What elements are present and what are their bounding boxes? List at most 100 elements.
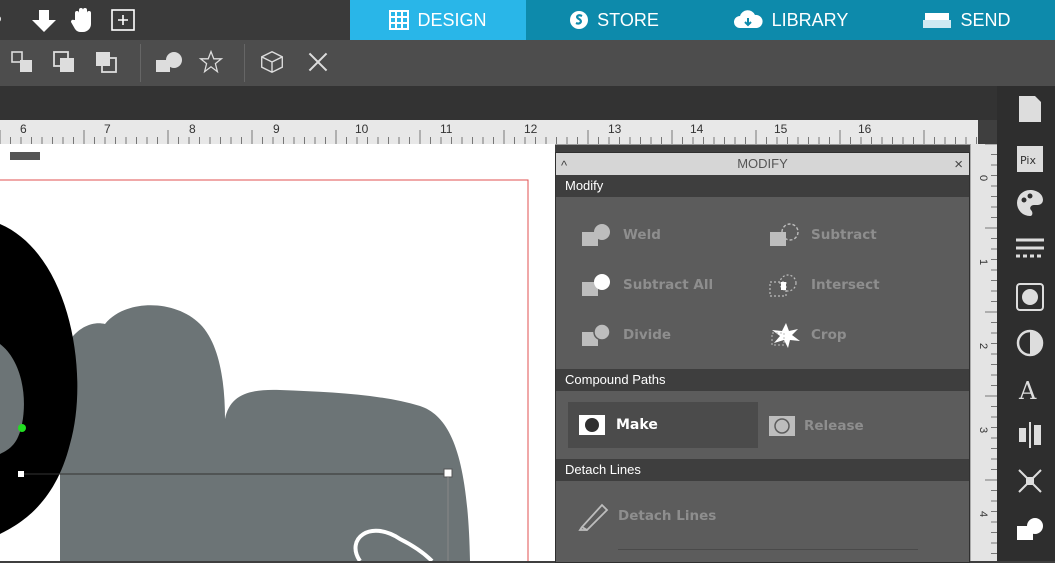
crop-icon xyxy=(771,323,800,348)
ruler-number: 11 xyxy=(440,122,453,136)
modify-shapes-icon[interactable] xyxy=(154,50,186,74)
panel-divider xyxy=(618,549,918,550)
vertical-ruler: 0 1 2 3 4 xyxy=(970,144,997,561)
top-nav-bar: ⌕ DESIGN STORE LIBRARY SEND xyxy=(0,0,1055,40)
cloud-icon xyxy=(733,10,763,28)
grid-icon xyxy=(389,10,410,30)
ruler-number: 13 xyxy=(608,122,622,136)
vertical-ruler-number: 3 xyxy=(977,426,990,434)
replicate-icon[interactable] xyxy=(258,50,286,74)
align-icon[interactable] xyxy=(1015,420,1045,450)
selection-handle xyxy=(18,471,24,477)
delete-x-icon[interactable] xyxy=(304,50,332,74)
design-canvas[interactable] xyxy=(0,144,555,561)
release-compound-icon xyxy=(769,416,795,436)
tab-store[interactable]: STORE xyxy=(526,0,702,40)
crop-label: Crop xyxy=(811,327,847,343)
subtract-label: Subtract xyxy=(811,227,877,243)
toolbar-shadow-strip xyxy=(0,86,997,120)
detach-lines-label: Detach Lines xyxy=(618,508,717,524)
selection-handle xyxy=(443,468,453,478)
divide-label: Divide xyxy=(623,327,672,343)
vertical-ruler-ticks xyxy=(985,144,997,554)
tab-send[interactable]: SEND xyxy=(878,0,1055,40)
ungroup-icon[interactable] xyxy=(52,50,76,74)
ruler-number: 7 xyxy=(104,122,111,136)
tab-store-label: STORE xyxy=(597,9,659,30)
image-effects-icon[interactable] xyxy=(1015,282,1045,312)
zoom-fit-icon[interactable] xyxy=(110,8,136,32)
pixscan-icon[interactable]: Pix xyxy=(1015,144,1045,174)
make-compound-icon xyxy=(579,415,605,435)
right-panel-icons: Pix A xyxy=(997,86,1055,561)
tab-library[interactable]: LIBRARY xyxy=(702,0,878,40)
page-setup-icon[interactable] xyxy=(1015,94,1045,124)
intersect-label: Intersect xyxy=(811,277,880,293)
make-label: Make xyxy=(616,417,658,433)
weld-button[interactable]: Weld xyxy=(580,219,661,251)
weld-icon xyxy=(582,224,610,246)
release-label: Release xyxy=(804,418,864,434)
ruler-number: 15 xyxy=(774,122,788,136)
vertical-ruler-number: 1 xyxy=(977,258,990,266)
tab-design[interactable]: DESIGN xyxy=(350,0,526,40)
move-down-icon[interactable] xyxy=(30,8,58,34)
intersect-button[interactable]: Intersect xyxy=(768,269,880,301)
subtract-all-icon xyxy=(582,274,610,296)
crop-button[interactable]: Crop xyxy=(768,319,847,351)
canvas-artwork xyxy=(0,179,529,561)
fill-palette-icon[interactable] xyxy=(1015,188,1045,218)
ruler-number: 16 xyxy=(858,122,872,136)
search-icon[interactable]: ⌕ xyxy=(0,4,3,32)
release-compound-path-button[interactable]: Release xyxy=(768,415,864,437)
ruler-number: 8 xyxy=(189,122,196,136)
star-shape-icon[interactable] xyxy=(196,50,226,74)
section-header-compound-paths: Compound Paths xyxy=(556,369,969,391)
panel-title: MODIFY xyxy=(737,156,788,171)
group-icon[interactable] xyxy=(10,50,34,74)
contrast-icon[interactable] xyxy=(1015,328,1045,358)
tab-design-label: DESIGN xyxy=(417,9,487,30)
modify-panel-icon[interactable] xyxy=(1015,514,1045,544)
make-compound-path-button[interactable]: Make xyxy=(568,402,758,448)
store-s-icon xyxy=(570,11,589,29)
ruler-number: 9 xyxy=(273,122,280,136)
divide-button[interactable]: Divide xyxy=(580,319,671,351)
pan-hand-icon[interactable] xyxy=(70,6,96,34)
close-icon[interactable]: × xyxy=(954,154,963,176)
tab-library-label: LIBRARY xyxy=(771,9,849,30)
toolbar-divider xyxy=(244,44,245,82)
ruler-number: 14 xyxy=(690,122,704,136)
svg-text:A: A xyxy=(1018,377,1037,404)
cloud-shape xyxy=(60,305,470,561)
modify-panel: ^ MODIFY × Modify Weld Subtract Subtract… xyxy=(555,152,970,563)
cutter-icon xyxy=(923,13,952,28)
collapse-icon[interactable]: ^ xyxy=(561,155,567,177)
subtract-button[interactable]: Subtract xyxy=(768,219,877,251)
subtract-all-button[interactable]: Subtract All xyxy=(580,269,713,301)
panel-title-bar[interactable]: ^ MODIFY × xyxy=(556,153,969,175)
weld-label: Weld xyxy=(623,227,661,243)
toolbar xyxy=(0,40,1055,86)
line-style-icon[interactable] xyxy=(1015,234,1045,264)
vertical-ruler-number: 2 xyxy=(977,342,990,350)
arrange-icon[interactable] xyxy=(94,50,118,74)
section-header-modify: Modify xyxy=(556,175,969,197)
svg-text:Pix: Pix xyxy=(1020,154,1036,167)
vertical-ruler-number: 4 xyxy=(977,510,990,518)
vertical-ruler-number: 0 xyxy=(977,174,990,182)
detach-lines-button[interactable]: Detach Lines xyxy=(578,499,716,533)
toolbar-divider xyxy=(140,44,141,82)
ruler-number: 12 xyxy=(524,122,538,136)
ruler-number: 6 xyxy=(20,122,27,136)
transform-icon[interactable] xyxy=(1015,466,1045,496)
intersect-icon xyxy=(769,274,797,297)
text-style-icon[interactable]: A xyxy=(1015,374,1045,404)
subtract-icon xyxy=(770,223,799,246)
tab-send-label: SEND xyxy=(960,9,1011,30)
subtract-all-label: Subtract All xyxy=(623,277,714,293)
section-header-detach-lines: Detach Lines xyxy=(556,459,969,481)
rotate-handle xyxy=(18,424,26,432)
horizontal-ruler: 6 7 8 9 10 11 12 13 14 15 16 xyxy=(0,120,978,145)
divide-icon xyxy=(582,323,611,346)
